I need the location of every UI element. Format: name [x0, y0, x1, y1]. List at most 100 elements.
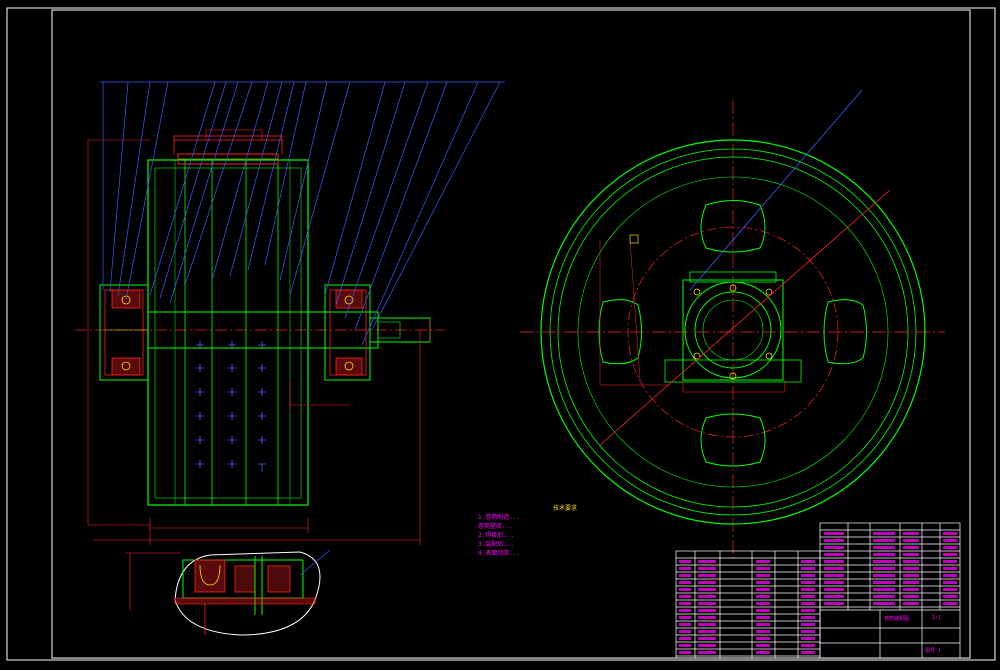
drum-section-view: [75, 81, 505, 545]
illegible-cell-text: [903, 567, 919, 570]
illegible-cell-text: [698, 623, 716, 626]
illegible-cell-text: [903, 588, 919, 591]
illegible-cell-text: [873, 539, 895, 542]
illegible-cell-text: [698, 630, 716, 633]
illegible-cell-text: [943, 539, 957, 542]
tech-requirement-line: 1.卷筒制造...: [478, 514, 521, 521]
illegible-cell-text: [801, 581, 815, 584]
illegible-cell-text: [824, 581, 844, 584]
illegible-cell-text: [698, 574, 716, 577]
illegible-cell-text: [698, 595, 716, 598]
illegible-cell-text: [698, 651, 716, 654]
illegible-cell-text: [698, 609, 716, 612]
tech-requirements-title: 技术要求: [553, 505, 578, 512]
illegible-cell-text: [756, 595, 770, 598]
illegible-cell-text: [801, 623, 815, 626]
illegible-cell-text: [679, 616, 691, 619]
illegible-cell-text: [943, 581, 957, 584]
illegible-cell-text: [698, 567, 716, 570]
illegible-cell-text: [801, 595, 815, 598]
illegible-cell-text: [801, 602, 815, 605]
illegible-cell-text: [679, 637, 691, 640]
illegible-cell-text: [943, 546, 957, 549]
illegible-cell-text: [943, 567, 957, 570]
clamp-detail-view: [125, 549, 331, 636]
part-leader-lines: [100, 81, 505, 346]
illegible-cell-text: [801, 616, 815, 619]
drawing-scale: 1:1: [932, 615, 942, 621]
drawing-svg: [6, 7, 996, 661]
illegible-cell-text: [679, 623, 691, 626]
illegible-cell-text: [756, 609, 770, 612]
illegible-cell-text: [873, 553, 895, 556]
illegible-cell-text: [873, 546, 895, 549]
illegible-cell-text: [801, 630, 815, 633]
drum-end-view: [520, 89, 945, 560]
illegible-cell-text: [698, 602, 716, 605]
illegible-cell-text: [801, 560, 815, 563]
tech-requirement-line: 4.表面涂漆...: [478, 550, 521, 557]
illegible-cell-text: [756, 560, 770, 563]
illegible-cell-text: [943, 602, 957, 605]
illegible-cell-text: [943, 560, 957, 563]
illegible-cell-text: [698, 581, 716, 584]
illegible-cell-text: [679, 560, 691, 563]
illegible-cell-text: [903, 581, 919, 584]
illegible-cell-text: [801, 567, 815, 570]
illegible-cell-text: [756, 651, 770, 654]
illegible-cell-text: [903, 539, 919, 542]
illegible-cell-text: [679, 595, 691, 598]
illegible-cell-text: [943, 532, 957, 535]
illegible-cell-text: [756, 616, 770, 619]
illegible-cell-text: [756, 630, 770, 633]
illegible-cell-text: [873, 595, 895, 598]
illegible-cell-text: [801, 609, 815, 612]
illegible-cell-text: [903, 553, 919, 556]
illegible-cell-text: [873, 560, 895, 563]
illegible-cell-text: [873, 567, 895, 570]
leader-top-right: [689, 89, 863, 291]
groove-markers: [196, 341, 266, 472]
illegible-cell-text: [873, 588, 895, 591]
right-bearing-housing: [324, 284, 371, 381]
parts-list-table: [675, 550, 821, 659]
illegible-cell-text: [756, 581, 770, 584]
illegible-cell-text: [679, 588, 691, 591]
illegible-cell-text: [679, 567, 691, 570]
illegible-cell-text: [801, 644, 815, 647]
illegible-cell-text: [756, 623, 770, 626]
illegible-cell-text: [824, 546, 844, 549]
illegible-cell-text: [873, 532, 895, 535]
illegible-cell-text: [873, 581, 895, 584]
cad-drawing-canvas: 技术要求 1.卷筒制造... 卷筒壁厚... 2.焊接后... 3.装配后...…: [0, 0, 1000, 666]
illegible-cell-text: [903, 574, 919, 577]
drum-inner: [154, 167, 302, 499]
illegible-cell-text: [824, 553, 844, 556]
illegible-cell-text: [873, 574, 895, 577]
illegible-cell-text: [756, 574, 770, 577]
illegible-cell-text: [943, 588, 957, 591]
illegible-cell-text: [824, 574, 844, 577]
drum-body: [147, 159, 309, 506]
illegible-cell-text: [943, 595, 957, 598]
illegible-cell-text: [824, 539, 844, 542]
illegible-cell-text: [756, 588, 770, 591]
illegible-cell-text: [756, 644, 770, 647]
section-radius-line: [599, 189, 891, 446]
illegible-cell-text: [801, 651, 815, 654]
illegible-cell-text: [698, 588, 716, 591]
illegible-cell-text: [679, 581, 691, 584]
drawing-name: 卷筒装配图: [884, 616, 910, 622]
illegible-cell-text: [679, 651, 691, 654]
illegible-cell-text: [824, 595, 844, 598]
illegible-cell-text: [903, 602, 919, 605]
illegible-cell-text: [801, 574, 815, 577]
illegible-cell-text: [903, 595, 919, 598]
illegible-cell-text: [698, 637, 716, 640]
illegible-cell-text: [698, 560, 716, 563]
illegible-cell-text: [824, 532, 844, 535]
illegible-cell-text: [903, 532, 919, 535]
illegible-cell-text: [824, 560, 844, 563]
tech-requirement-line: 3.装配后...: [478, 541, 515, 548]
illegible-cell-text: [873, 602, 895, 605]
